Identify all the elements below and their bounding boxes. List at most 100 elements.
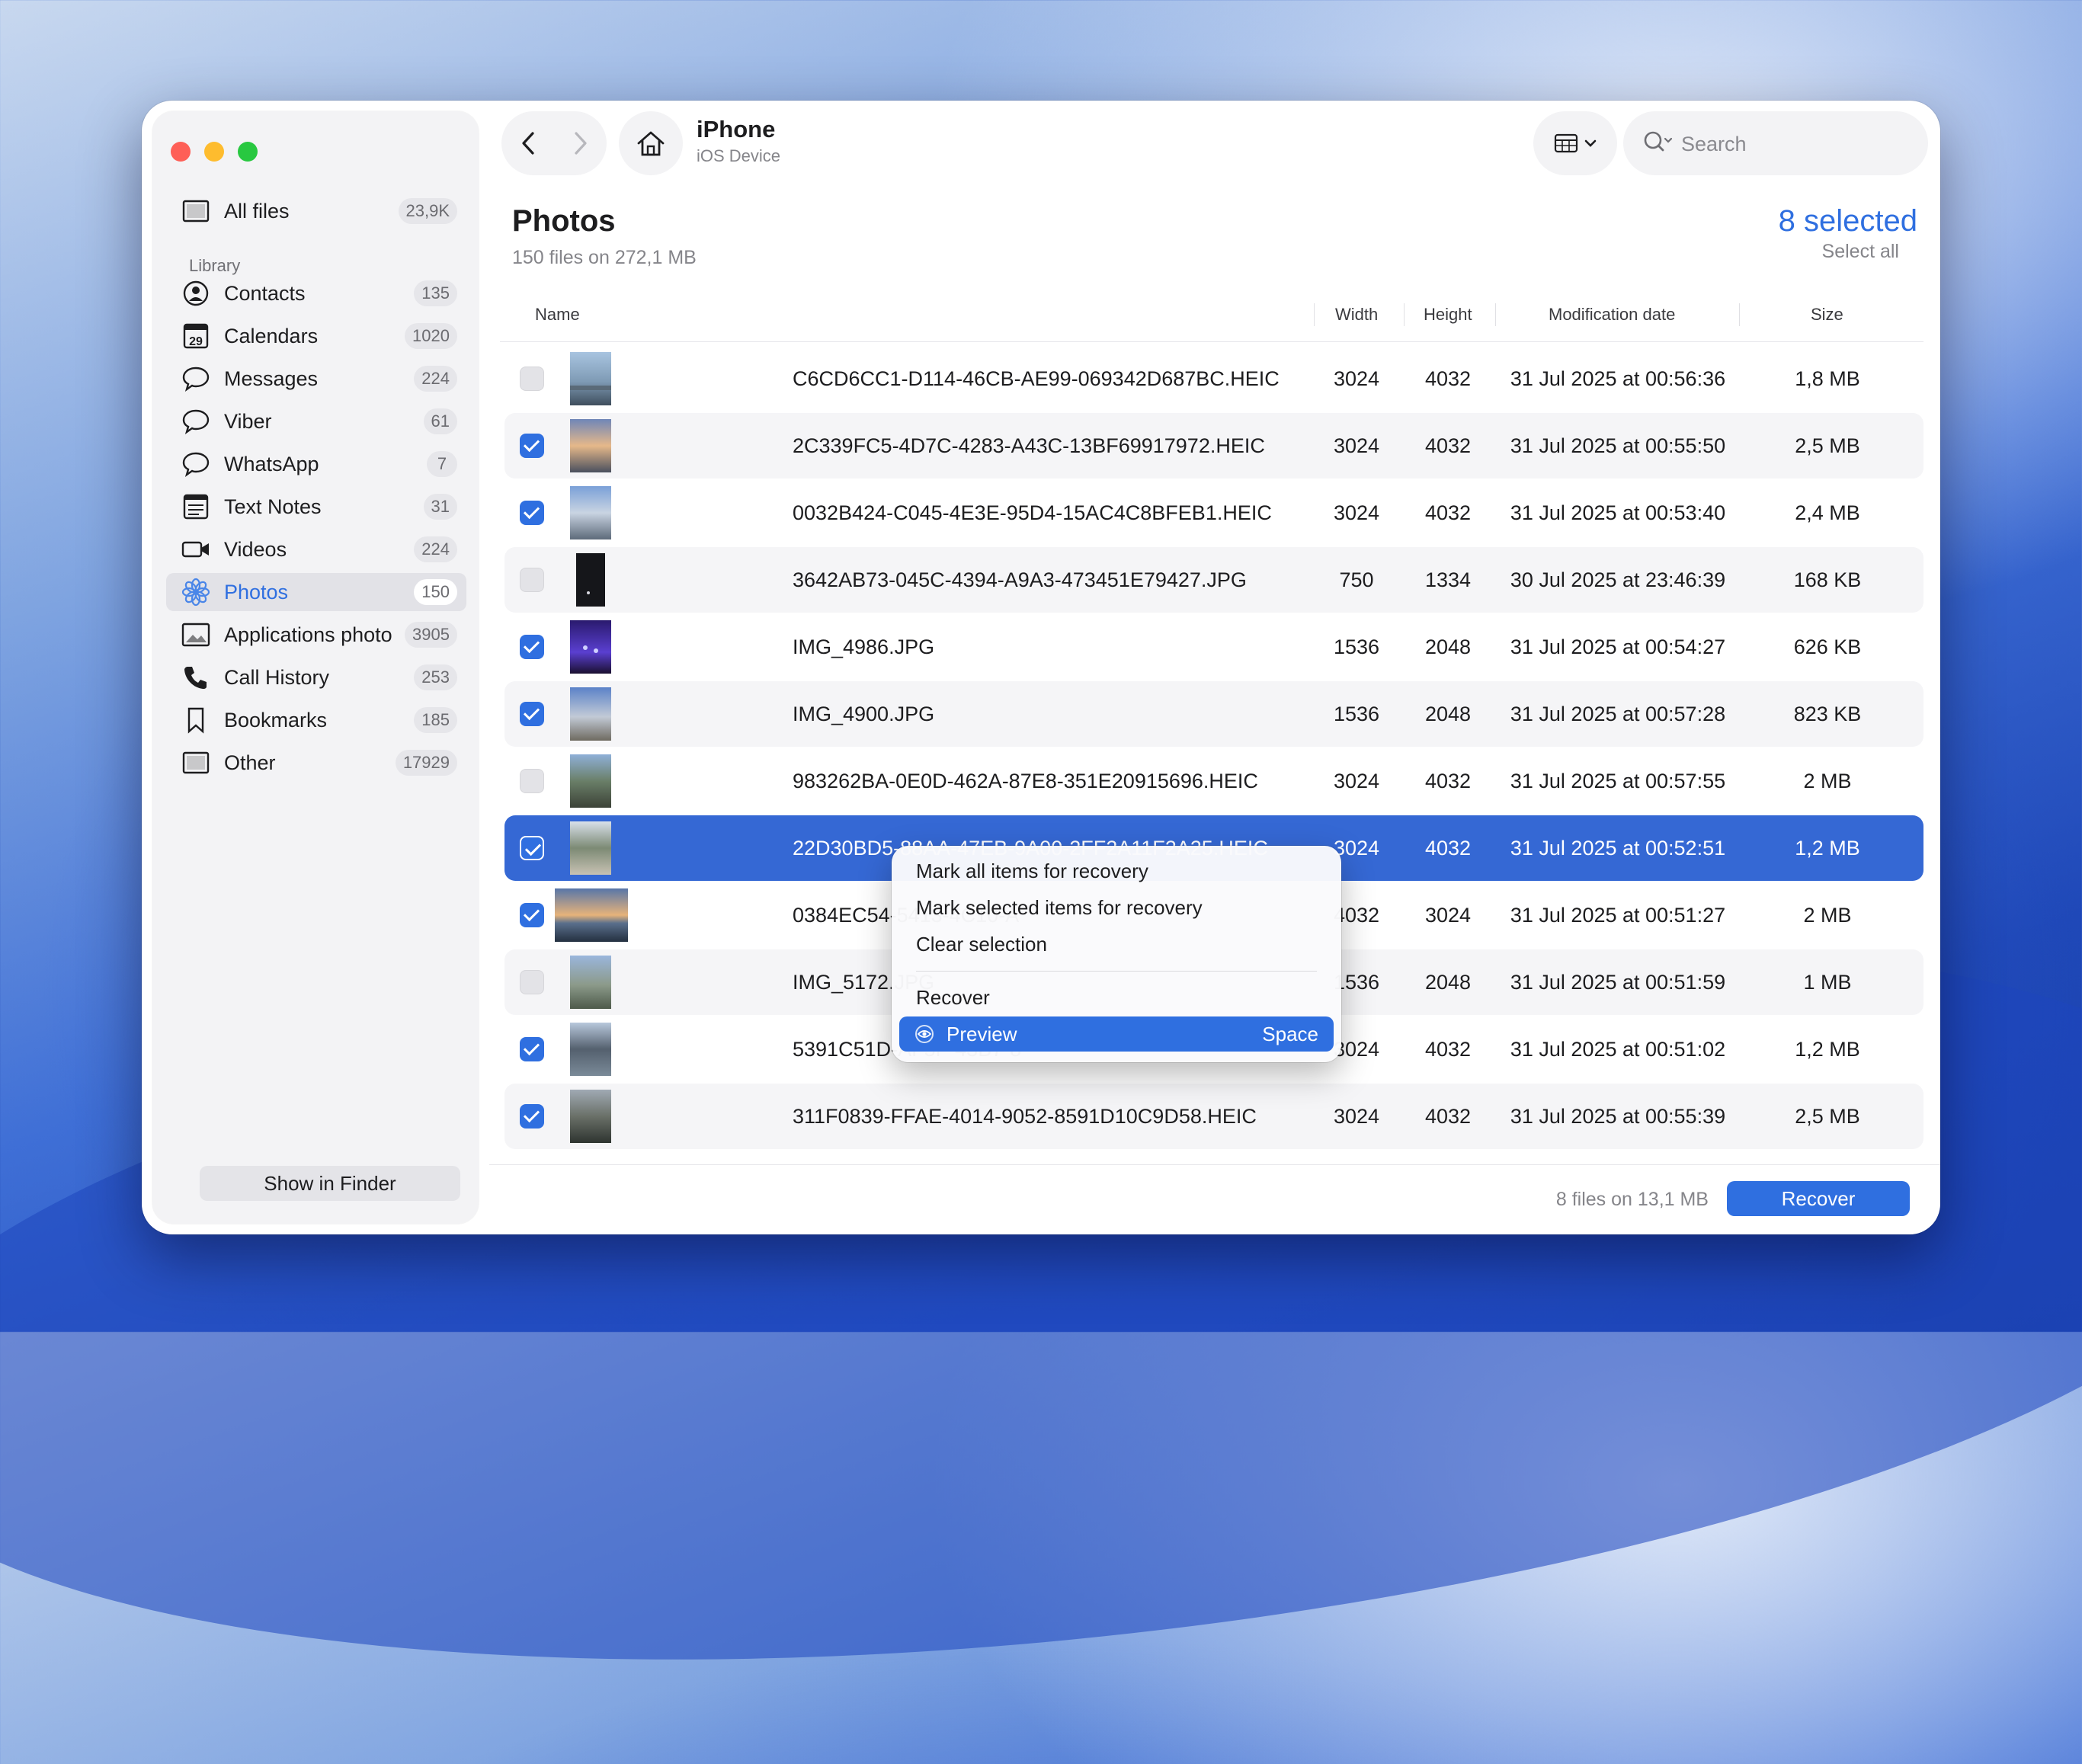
home-icon xyxy=(637,131,665,156)
row-checkbox[interactable] xyxy=(520,903,544,927)
table-row[interactable]: C6CD6CC1-D114-46CB-AE99-069342D687BC.HEI… xyxy=(504,346,1923,411)
file-height: 1334 xyxy=(1424,568,1472,591)
menu-item-mark-all[interactable]: Mark all items for recovery xyxy=(899,853,1334,888)
sidebar-item-count: 3905 xyxy=(405,622,457,648)
sidebar-item-call-history[interactable]: Call History 253 xyxy=(166,658,466,696)
photos-icon xyxy=(181,578,210,607)
sidebar-item-count: 150 xyxy=(414,579,457,605)
photo-thumbnail xyxy=(570,821,611,875)
back-button[interactable] xyxy=(501,111,554,175)
sidebar-item-label: Messages xyxy=(224,367,319,390)
row-checkbox[interactable] xyxy=(520,501,544,525)
sidebar-item-viber[interactable]: Viber 61 xyxy=(166,402,466,440)
sidebar-item-text-notes[interactable]: Text Notes 31 xyxy=(166,488,466,526)
file-modification-date: 31 Jul 2025 at 00:51:59 xyxy=(1510,970,1726,994)
row-checkbox[interactable] xyxy=(520,769,544,793)
search-box[interactable] xyxy=(1623,111,1928,177)
sidebar-item-photos[interactable]: Photos 150 xyxy=(166,573,466,611)
photo-thumbnail xyxy=(570,956,611,1009)
column-header-width[interactable]: Width xyxy=(1335,305,1378,325)
sidebar-item-videos[interactable]: Videos 224 xyxy=(166,530,466,568)
contacts-icon xyxy=(181,279,210,308)
sidebar-item-label: Bookmarks xyxy=(224,708,328,732)
file-name: 3642AB73-045C-4394-A9A3-473451E79427.JPG xyxy=(793,568,1247,591)
sidebar-item-label: Other xyxy=(224,751,276,774)
sidebar: All files 23,9K Library Contacts 135 29 … xyxy=(152,111,479,1224)
file-size: 2 MB xyxy=(1803,769,1852,792)
file-height: 4032 xyxy=(1424,836,1472,860)
column-header-modification-date[interactable]: Modification date xyxy=(1549,305,1675,325)
whatsapp-icon xyxy=(181,450,210,479)
photo-thumbnail xyxy=(570,687,611,741)
forward-button[interactable] xyxy=(554,111,607,175)
menu-item-preview[interactable]: Preview Space xyxy=(899,1016,1334,1052)
device-title: iPhone xyxy=(697,116,776,142)
column-header-name[interactable]: Name xyxy=(535,305,580,325)
sidebar-item-count: 135 xyxy=(414,280,457,306)
file-height: 4032 xyxy=(1424,1104,1472,1128)
video-icon xyxy=(181,535,210,564)
file-name: IMG_4986.JPG xyxy=(793,635,935,658)
sidebar-item-all-files[interactable]: All files 23,9K xyxy=(166,192,466,230)
search-input[interactable] xyxy=(1680,111,1911,177)
selected-count: 8 selected xyxy=(1778,204,1917,238)
file-name: 983262BA-0E0D-462A-87E8-351E20915696.HEI… xyxy=(793,769,1258,792)
row-checkbox[interactable] xyxy=(520,434,544,458)
footer-divider xyxy=(489,1164,1940,1165)
row-checkbox[interactable] xyxy=(520,970,544,994)
column-header-height[interactable]: Height xyxy=(1424,305,1472,325)
sidebar-item-label: Photos xyxy=(224,580,289,603)
select-all-button[interactable]: Select all xyxy=(1822,241,1899,263)
table-row[interactable]: 2C339FC5-4D7C-4283-A43C-13BF69917972.HEI… xyxy=(504,413,1923,479)
row-checkbox[interactable] xyxy=(520,635,544,659)
sidebar-item-applications-photo[interactable]: Applications photo 3905 xyxy=(166,616,466,654)
keyboard-shortcut: Space xyxy=(1262,1022,1318,1045)
sidebar-item-messages[interactable]: Messages 224 xyxy=(166,360,466,398)
recover-button[interactable]: Recover xyxy=(1727,1181,1910,1216)
sidebar-item-contacts[interactable]: Contacts 135 xyxy=(166,274,466,312)
view-mode-button[interactable] xyxy=(1533,111,1617,175)
sidebar-item-whatsapp[interactable]: WhatsApp 7 xyxy=(166,445,466,483)
device-subtitle: iOS Device xyxy=(697,146,781,165)
menu-item-label: Recover xyxy=(916,985,990,1009)
row-checkbox[interactable] xyxy=(520,367,544,391)
table-view-icon xyxy=(1554,133,1578,153)
menu-item-mark-selected[interactable]: Mark selected items for recovery xyxy=(899,890,1334,925)
sidebar-item-count: 253 xyxy=(414,664,457,690)
sidebar-item-calendars[interactable]: 29 Calendars 1020 xyxy=(166,317,466,355)
file-size: 1,2 MB xyxy=(1795,836,1860,860)
row-checkbox[interactable] xyxy=(520,702,544,726)
row-checkbox[interactable] xyxy=(520,836,544,860)
file-height: 3024 xyxy=(1424,903,1472,927)
bookmark-icon xyxy=(181,706,210,735)
zoom-window-button[interactable] xyxy=(238,142,258,162)
table-row[interactable]: 0032B424-C045-4E3E-95D4-15AC4C8BFEB1.HEI… xyxy=(504,480,1923,546)
close-window-button[interactable] xyxy=(171,142,191,162)
column-header-size[interactable]: Size xyxy=(1811,305,1843,325)
menu-item-clear-selection[interactable]: Clear selection xyxy=(899,927,1334,962)
menu-item-label: Mark selected items for recovery xyxy=(916,895,1203,919)
menu-item-label: Clear selection xyxy=(916,932,1047,956)
table-row[interactable]: IMG_4900.JPG 1536 2048 31 Jul 2025 at 00… xyxy=(504,681,1923,747)
column-separator xyxy=(1495,303,1496,326)
file-modification-date: 31 Jul 2025 at 00:53:40 xyxy=(1510,501,1726,524)
table-row[interactable]: IMG_4986.JPG 1536 2048 31 Jul 2025 at 00… xyxy=(504,614,1923,680)
menu-item-recover[interactable]: Recover xyxy=(899,980,1334,1015)
row-checkbox[interactable] xyxy=(520,568,544,592)
home-button[interactable] xyxy=(619,111,683,175)
row-checkbox[interactable] xyxy=(520,1104,544,1129)
sidebar-item-other[interactable]: Other 17929 xyxy=(166,744,466,782)
table-row[interactable]: 983262BA-0E0D-462A-87E8-351E20915696.HEI… xyxy=(504,748,1923,814)
sidebar-item-bookmarks[interactable]: Bookmarks 185 xyxy=(166,701,466,739)
minimize-window-button[interactable] xyxy=(204,142,224,162)
table-row[interactable]: 3642AB73-045C-4394-A9A3-473451E79427.JPG… xyxy=(504,547,1923,613)
table-row[interactable]: 311F0839-FFAE-4014-9052-8591D10C9D58.HEI… xyxy=(504,1084,1923,1149)
file-height: 4032 xyxy=(1424,501,1472,524)
file-name: 0032B424-C045-4E3E-95D4-15AC4C8BFEB1.HEI… xyxy=(793,501,1272,524)
show-in-finder-button[interactable]: Show in Finder xyxy=(200,1166,460,1201)
sidebar-item-count: 61 xyxy=(423,408,457,434)
file-width: 1536 xyxy=(1333,635,1380,658)
file-modification-date: 31 Jul 2025 at 00:57:55 xyxy=(1510,769,1726,792)
row-checkbox[interactable] xyxy=(520,1037,544,1061)
file-modification-date: 31 Jul 2025 at 00:52:51 xyxy=(1510,836,1726,860)
